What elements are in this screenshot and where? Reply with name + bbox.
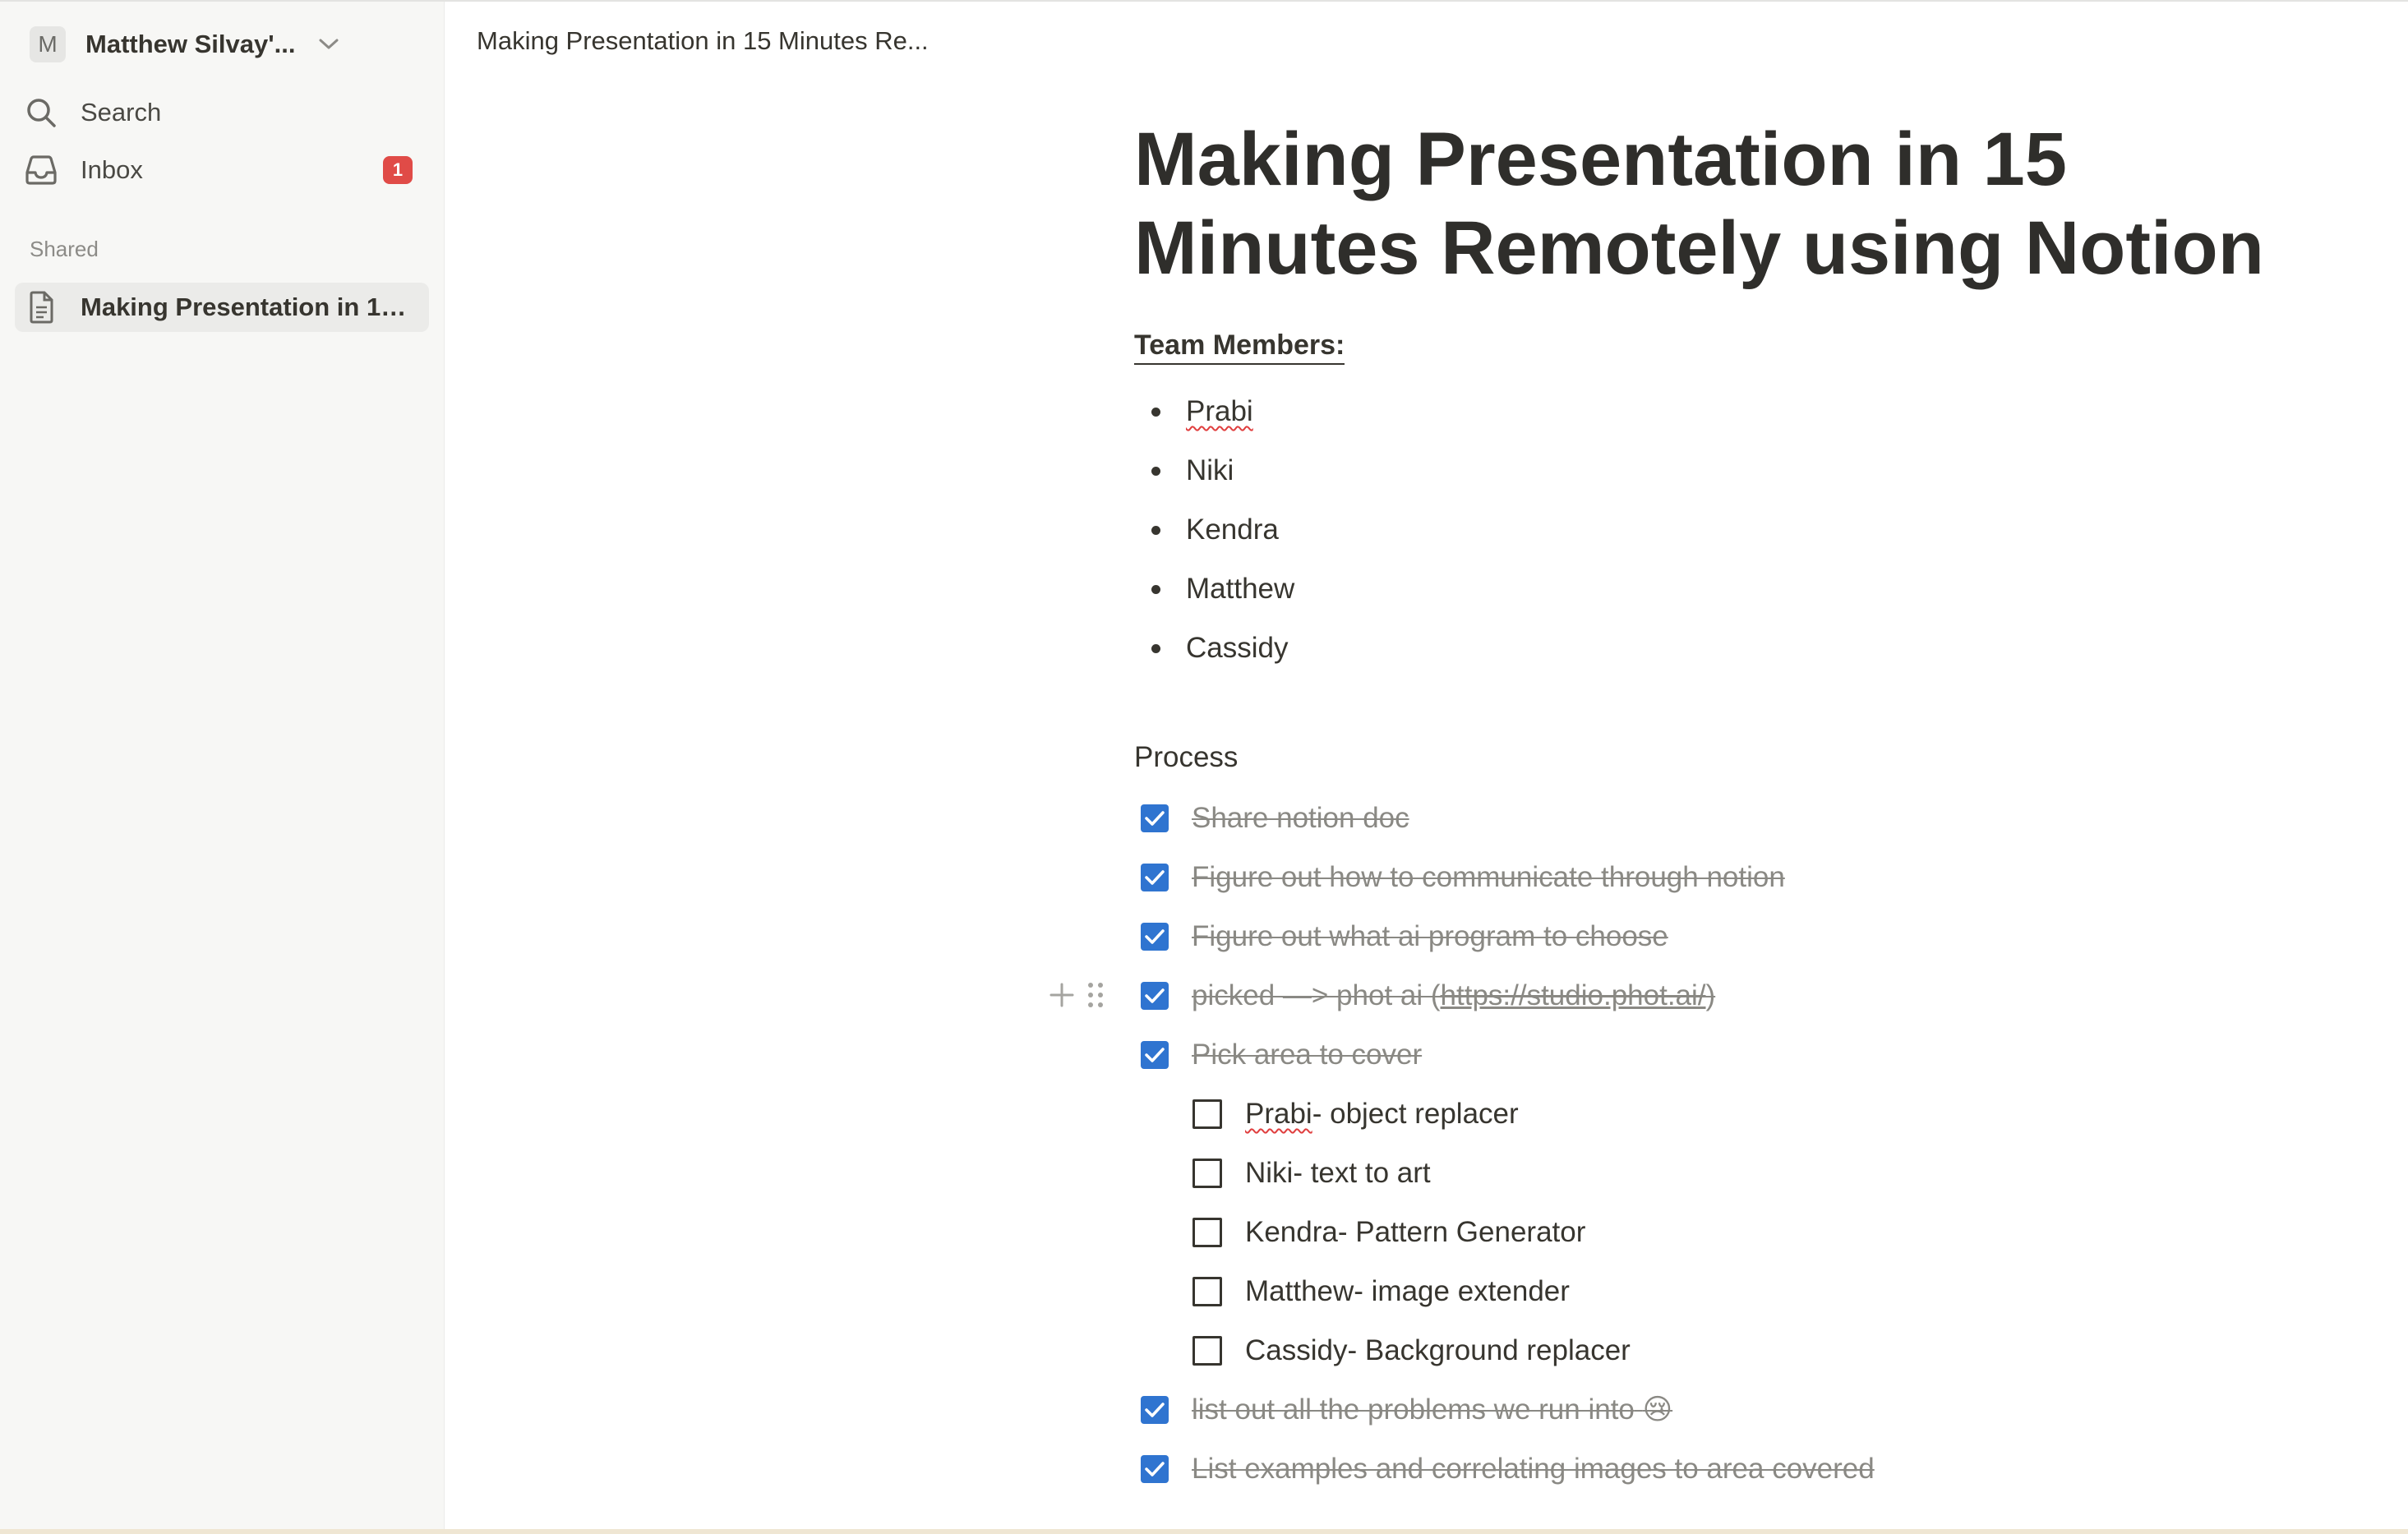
todo-text: Share notion doc — [1192, 802, 1409, 834]
todo-text: Pick area to cover — [1192, 1039, 1423, 1071]
sidebar-item-inbox[interactable]: Inbox 1 — [15, 145, 429, 195]
todo-text: Figure out how to communicate through no… — [1192, 861, 1785, 893]
list-item[interactable]: Niki — [1134, 441, 1294, 500]
todo-list: Share notion doc Figure out how to commu… — [1049, 789, 1875, 1499]
sidebar: M Matthew Silvay'... Search Inbox 1 Shar… — [0, 2, 445, 1529]
todo-text: picked —> phot ai (https://studio.phot.a… — [1192, 979, 1715, 1012]
bullet-icon — [1151, 466, 1160, 476]
team-members-heading[interactable]: Team Members: — [1134, 327, 1345, 365]
bullet-icon — [1151, 407, 1160, 417]
drag-handle-icon[interactable] — [1086, 981, 1105, 1013]
checkmark-icon — [1145, 1048, 1165, 1062]
checkmark-icon — [1145, 870, 1165, 885]
todo-item[interactable]: Pick area to cover — [1134, 1025, 1875, 1085]
todo-checkbox[interactable] — [1192, 1099, 1222, 1129]
todo-text-prefix: picked —> phot ai ( — [1192, 979, 1441, 1011]
chevron-down-icon[interactable] — [318, 38, 339, 51]
plus-icon[interactable] — [1049, 982, 1075, 1012]
checkmark-icon — [1145, 988, 1165, 1003]
todo-text-name: Prabi — [1245, 1098, 1312, 1130]
breadcrumb[interactable]: Making Presentation in 15 Minutes Re... — [477, 26, 929, 56]
todo-text-rest: - object replacer — [1312, 1098, 1519, 1130]
sidebar-item-label: Inbox — [81, 155, 143, 184]
todo-text: Figure out what ai program to choose — [1192, 920, 1668, 952]
member-name: Niki — [1186, 454, 1234, 486]
checkmark-icon — [1145, 1462, 1165, 1476]
inbox-count-badge: 1 — [383, 156, 413, 184]
checkmark-icon — [1145, 929, 1165, 944]
process-heading[interactable]: Process — [1134, 741, 1238, 774]
todo-checkbox[interactable] — [1141, 923, 1169, 951]
todo-item[interactable]: Cassidy- Background replacer — [1134, 1321, 1875, 1380]
todo-checkbox[interactable] — [1141, 804, 1169, 832]
checkmark-icon — [1145, 811, 1165, 826]
todo-text: Kendra- Pattern Generator — [1245, 1216, 1586, 1248]
member-name: Matthew — [1186, 573, 1295, 605]
todo-text: Matthew- image extender — [1245, 1275, 1570, 1307]
inbox-icon — [18, 154, 64, 186]
bullet-icon — [1151, 643, 1160, 653]
checkmark-icon — [1145, 1403, 1165, 1417]
todo-checkbox[interactable] — [1141, 1396, 1169, 1424]
todo-text: Prabi- object replacer — [1245, 1098, 1519, 1131]
todo-item[interactable]: Figure out what ai program to choose — [1134, 907, 1875, 966]
todo-item[interactable]: picked —> phot ai (https://studio.phot.a… — [1049, 966, 1875, 1025]
todo-checkbox[interactable] — [1192, 1277, 1222, 1306]
workspace-switcher[interactable]: M Matthew Silvay'... — [30, 25, 342, 64]
todo-checkbox[interactable] — [1192, 1336, 1222, 1366]
todo-checkbox[interactable] — [1192, 1218, 1222, 1247]
todo-text: Niki- text to art — [1245, 1157, 1431, 1189]
list-item[interactable]: Cassidy — [1134, 619, 1294, 678]
todo-checkbox[interactable] — [1141, 1455, 1169, 1483]
member-name: Prabi — [1186, 395, 1253, 427]
sidebar-item-search[interactable]: Search — [15, 88, 429, 137]
todo-item[interactable]: Figure out how to communicate through no… — [1134, 848, 1875, 907]
todo-text: list out all the problems we run into 😢 — [1192, 1393, 1672, 1426]
todo-text: Cassidy- Background replacer — [1245, 1334, 1631, 1366]
search-icon — [18, 96, 64, 129]
workspace-name: Matthew Silvay'... — [85, 30, 296, 58]
todo-item[interactable]: Kendra- Pattern Generator — [1134, 1203, 1875, 1262]
todo-text: List examples and correlating images to … — [1192, 1453, 1875, 1485]
list-item[interactable]: Prabi — [1134, 382, 1294, 441]
todo-item[interactable]: Share notion doc — [1134, 789, 1875, 848]
todo-text-suffix: ) — [1705, 979, 1716, 1011]
sidebar-item-label: Making Presentation in 15 ... — [81, 293, 409, 321]
block-handles — [1049, 981, 1105, 1013]
todo-item[interactable]: list out all the problems we run into 😢 — [1134, 1380, 1875, 1440]
list-item[interactable]: Kendra — [1134, 500, 1294, 560]
page-icon — [18, 291, 64, 324]
sidebar-item-label: Search — [81, 98, 162, 127]
workspace-avatar: M — [30, 26, 66, 62]
bottom-border — [0, 1529, 2408, 1534]
member-name: Cassidy — [1186, 632, 1289, 664]
todo-item[interactable]: Prabi- object replacer — [1134, 1085, 1875, 1144]
page-title[interactable]: Making Presentation in 15 Minutes Remote… — [1134, 115, 2367, 293]
phot-ai-link[interactable]: https://studio.phot.ai/ — [1441, 979, 1706, 1011]
member-name: Kendra — [1186, 514, 1279, 546]
bullet-icon — [1151, 584, 1160, 594]
todo-text-main: list out all the problems we run into — [1192, 1393, 1635, 1426]
todo-checkbox[interactable] — [1141, 864, 1169, 891]
sidebar-section-shared: Shared — [30, 237, 99, 261]
list-item[interactable]: Matthew — [1134, 560, 1294, 619]
sidebar-item-page[interactable]: Making Presentation in 15 ... — [15, 283, 429, 332]
todo-item[interactable]: List examples and correlating images to … — [1134, 1440, 1875, 1499]
bullet-icon — [1151, 525, 1160, 535]
crying-face-emoji: 😢 — [1642, 1393, 1673, 1426]
todo-checkbox[interactable] — [1141, 1041, 1169, 1069]
todo-checkbox[interactable] — [1141, 982, 1169, 1010]
todo-item[interactable]: Niki- text to art — [1134, 1144, 1875, 1203]
team-members-list: Prabi Niki Kendra Matthew Cassidy — [1134, 382, 1294, 678]
todo-item[interactable]: Matthew- image extender — [1134, 1262, 1875, 1321]
todo-checkbox[interactable] — [1192, 1159, 1222, 1188]
